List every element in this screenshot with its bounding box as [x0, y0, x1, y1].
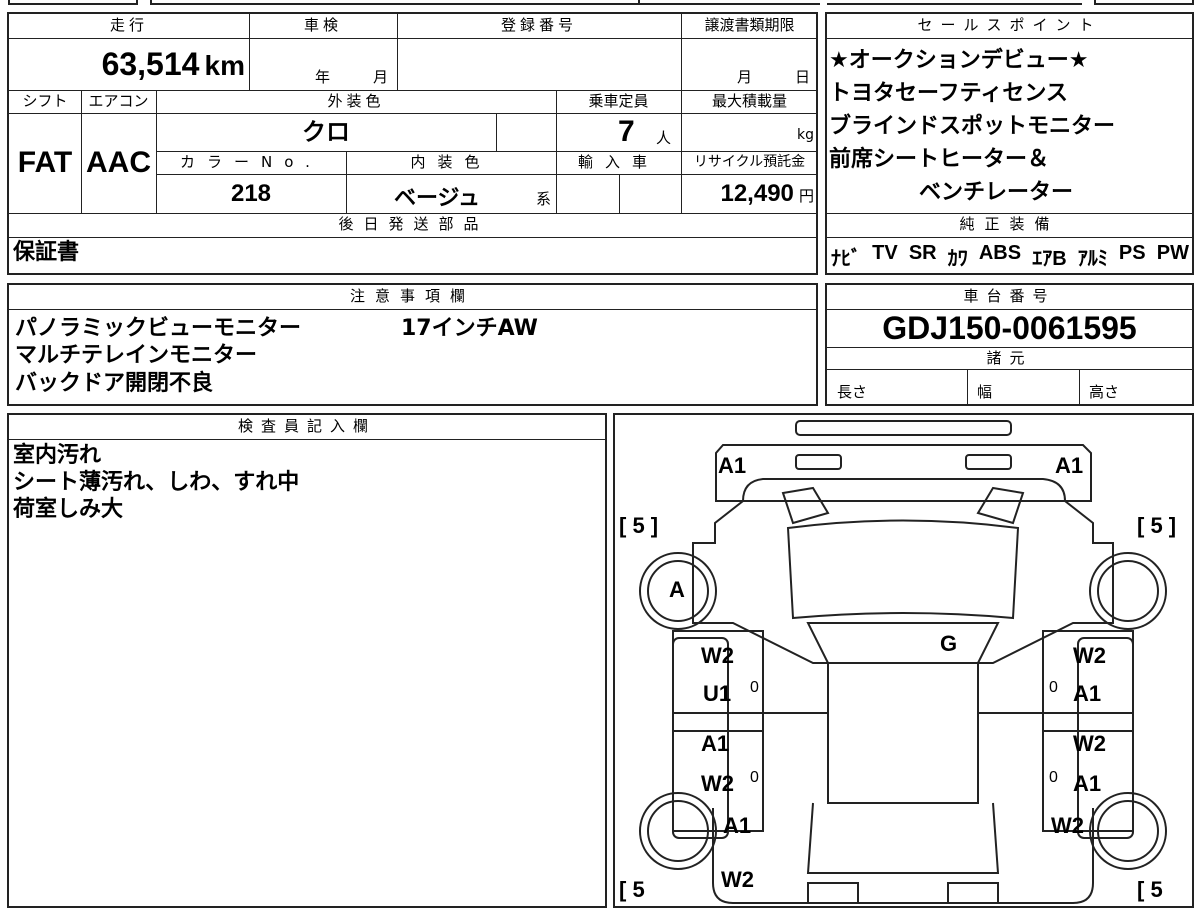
colorno-value: 218 — [230, 180, 272, 207]
mark-a-circle: A — [669, 577, 685, 602]
chassis-number: GDJ150-0061595 — [882, 310, 1137, 346]
equip-item: ｱﾙﾐ — [1077, 248, 1108, 270]
recycle-label: リサイクル預託金 — [693, 154, 806, 170]
maxload-value: kg — [797, 127, 814, 143]
equip-item: TV — [872, 242, 898, 264]
registration-label: 登録番号 — [500, 16, 577, 34]
notes-line-2: マルチテレインモニター — [15, 343, 258, 368]
mark-g: G — [940, 631, 958, 656]
inspector-line-1: 室内汚れ — [13, 443, 102, 468]
inspector-line-2: シート薄汚れ、しわ、すれ中 — [13, 470, 300, 495]
equipment-list: ﾅﾋﾞ TV SR ｶﾜ ABS ｴｱB ｱﾙﾐ PS PW — [831, 242, 1189, 272]
mark-left-a1-2: A1 — [701, 731, 730, 756]
sales-label: セールスポイント — [917, 16, 1102, 34]
mark-right-w2-3: W2 — [1051, 813, 1084, 838]
mark-right-0-2: 0 — [1049, 769, 1058, 786]
equip-item: ｴｱB — [1032, 248, 1067, 270]
equip-item: SR — [908, 242, 937, 264]
transfer-deadline-label: 譲渡書類期限 — [704, 16, 795, 34]
mark-right-a1-2: A1 — [1073, 771, 1102, 796]
recycle-value: 12,490 円 — [720, 180, 814, 207]
mark-bracket-5-top-left: [ 5 ] — [619, 513, 659, 538]
width-label: 幅 — [977, 383, 993, 401]
equip-item: PS — [1118, 242, 1146, 264]
height-label: 高さ — [1089, 383, 1120, 401]
equipment-label: 純正装備 — [959, 215, 1060, 233]
capacity-value: 7 人 — [618, 115, 672, 148]
interior-value: ベージュ 系 — [394, 186, 552, 211]
sales-line-3: ブラインドスポットモニター — [829, 114, 1116, 139]
colorno-label: カラーNo. — [180, 153, 322, 171]
mileage-label: 走行 — [9, 14, 249, 38]
mark-left-w2-3: W2 — [721, 867, 754, 892]
interior-label: 内装色 — [410, 153, 492, 171]
sales-points-panel: セールスポイント ★オークションデビュー★ トヨタセーフティセンス ブラインドス… — [825, 12, 1194, 275]
mark-left-0-1: 0 — [750, 679, 759, 696]
exterior-label: 外装色 — [327, 92, 385, 110]
mark-bracket-5-bottom-right: [ 5 — [1137, 877, 1163, 902]
vehicle-info-grid: 走行 車検 登録番号 譲渡書類期限 63,514 km 年 月 月 日 シフト … — [7, 12, 818, 275]
mark-left-u1: U1 — [703, 681, 732, 706]
notes-line-1: パノラミックビューモニター — [15, 316, 302, 341]
inspector-panel: 検査員記入欄 室内汚れ シート薄汚れ、しわ、すれ中 荷室しみ大 — [7, 413, 607, 908]
later-parts-value: 保証書 — [13, 240, 80, 265]
notes-label: 注意事項欄 — [349, 287, 475, 305]
chassis-panel: 車台番号 GDJ150-0061595 諸元 長さ 幅 高さ — [825, 283, 1194, 406]
equip-item: PW — [1156, 242, 1189, 264]
shift-label: シフト — [22, 92, 68, 110]
shift-value: FAT — [17, 146, 73, 179]
mark-left-0-2: 0 — [750, 769, 759, 786]
mark-right-w2-2: W2 — [1073, 731, 1106, 756]
mark-left-w2-2: W2 — [701, 771, 734, 796]
mark-left-w2-1: W2 — [701, 643, 734, 668]
mark-a1-top-left: A1 — [718, 453, 747, 478]
sales-line-4: 前席シートヒーター＆ — [829, 147, 1050, 172]
ac-label: エアコン — [88, 92, 149, 110]
equip-item: ﾅﾋﾞ — [831, 248, 861, 270]
inspector-line-3: 荷室しみ大 — [13, 497, 124, 522]
mark-right-0-1: 0 — [1049, 679, 1058, 696]
notes-panel: 注意事項欄 パノラミックビューモニター 17インチAW マルチテレインモニター … — [7, 283, 818, 406]
capacity-label: 乗車定員 — [588, 92, 649, 110]
mark-right-a1-1: A1 — [1073, 681, 1102, 706]
mileage-value: 63,514 km — [101, 46, 245, 82]
exterior-value: クロ — [302, 118, 350, 146]
chassis-label: 車台番号 — [963, 287, 1056, 305]
inspector-label: 検査員記入欄 — [237, 417, 376, 435]
car-damage-diagram: A1 A1 [ 5 ] [ 5 ] A G W2 U1 0 A1 W2 0 A1… — [613, 413, 1194, 908]
equip-item: ABS — [978, 242, 1022, 264]
maxload-label: 最大積載量 — [711, 92, 787, 110]
import-label: 輸入車 — [577, 153, 659, 171]
length-label: 長さ — [837, 383, 868, 401]
mark-bracket-5-top-right: [ 5 ] — [1137, 513, 1177, 538]
notes-extra: 17インチAW — [401, 316, 538, 341]
equip-item: ｶﾜ — [947, 248, 968, 270]
shaken-value: 年 月 — [315, 68, 389, 86]
spec-label: 諸元 — [986, 349, 1033, 367]
later-parts-label: 後日発送部品 — [338, 215, 489, 233]
ac-value: AAC — [86, 146, 151, 179]
mark-a1-top-right: A1 — [1055, 453, 1084, 478]
sales-line-5: ベンチレーター — [919, 180, 1074, 205]
notes-line-3: バックドア開閉不良 — [15, 371, 214, 396]
sales-line-1: ★オークションデビュー★ — [829, 48, 1089, 73]
sales-line-2: トヨタセーフティセンス — [829, 81, 1068, 106]
mark-right-w2-1: W2 — [1073, 643, 1106, 668]
mark-left-a1-3: A1 — [723, 813, 752, 838]
mark-bracket-5-bottom-left: [ 5 — [619, 877, 645, 902]
shaken-label: 車検 — [303, 16, 342, 34]
top-strip — [0, 0, 1200, 6]
transfer-deadline-value: 月 日 — [737, 68, 811, 86]
